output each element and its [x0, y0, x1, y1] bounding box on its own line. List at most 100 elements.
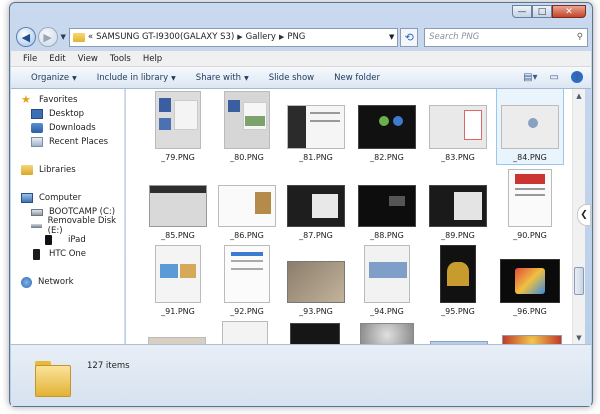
- search-input[interactable]: Search PNG ⚲: [424, 27, 588, 47]
- nav-htc-one[interactable]: HTC One: [11, 247, 124, 261]
- menu-help[interactable]: Help: [143, 54, 162, 64]
- overflow-chevron[interactable]: «: [88, 32, 93, 42]
- ipad-icon: [45, 235, 52, 245]
- nav-libraries[interactable]: Libraries: [11, 163, 124, 177]
- chevron-down-icon: ▼: [244, 74, 249, 82]
- file-name: _81.PNG: [299, 153, 333, 162]
- file-name: _83.PNG: [441, 153, 475, 162]
- file-item-partial[interactable]: [502, 335, 562, 344]
- file-thumbnail: [508, 169, 552, 227]
- file-name: _93.PNG: [299, 307, 333, 316]
- file-item[interactable]: _94.PNG: [357, 245, 417, 316]
- scroll-up-icon[interactable]: ▲: [573, 89, 585, 102]
- file-name: _82.PNG: [370, 153, 404, 162]
- file-name: _96.PNG: [513, 307, 547, 316]
- file-thumbnail: [358, 185, 416, 227]
- file-item[interactable]: _82.PNG: [357, 91, 417, 162]
- file-item[interactable]: _90.PNG: [500, 169, 560, 240]
- file-item[interactable]: _92.PNG: [217, 245, 277, 316]
- nav-favorites[interactable]: ★ Favorites: [11, 93, 124, 107]
- file-item-selected[interactable]: _84.PNG: [496, 89, 564, 165]
- collapse-pane-chevron-icon[interactable]: ❮: [577, 204, 591, 226]
- file-item[interactable]: _95.PNG: [428, 245, 488, 316]
- file-name: _88.PNG: [370, 231, 404, 240]
- removable-drive-icon: [31, 224, 42, 228]
- share-label: Share with: [195, 72, 242, 83]
- help-icon[interactable]: ?: [571, 71, 583, 83]
- menu-edit[interactable]: Edit: [49, 54, 65, 64]
- file-item[interactable]: _85.PNG: [148, 169, 208, 240]
- file-item[interactable]: _96.PNG: [500, 245, 560, 316]
- nav-downloads-label: Downloads: [49, 123, 96, 133]
- nav-desktop[interactable]: Desktop: [11, 107, 124, 121]
- preview-pane-icon[interactable]: ▭: [550, 72, 559, 83]
- file-item[interactable]: _93.PNG: [286, 245, 346, 316]
- file-item-partial[interactable]: [222, 321, 268, 344]
- file-item-partial[interactable]: [148, 337, 206, 344]
- file-item[interactable]: _91.PNG: [148, 245, 208, 316]
- refresh-icon: ⟲: [404, 30, 414, 44]
- file-name: _86.PNG: [230, 231, 264, 240]
- nav-recent-places[interactable]: Recent Places: [11, 135, 124, 149]
- nav-network[interactable]: Network: [11, 275, 124, 289]
- file-item[interactable]: _89.PNG: [428, 169, 488, 240]
- chevron-down-icon: ▼: [171, 74, 176, 82]
- computer-icon: [21, 193, 33, 203]
- include-label: Include in library: [96, 72, 169, 83]
- forward-button[interactable]: ▶: [37, 27, 58, 47]
- nav-computer[interactable]: Computer: [11, 191, 124, 205]
- recent-pages-dropdown[interactable]: ▼: [61, 33, 66, 41]
- share-with-button[interactable]: Share with ▼: [196, 73, 249, 83]
- minimize-button[interactable]: —: [512, 5, 532, 18]
- file-item[interactable]: _88.PNG: [357, 169, 417, 240]
- breadcrumb-gallery[interactable]: Gallery: [246, 32, 276, 42]
- file-item[interactable]: _81.PNG: [286, 91, 346, 162]
- file-item-partial[interactable]: [360, 323, 414, 344]
- breadcrumb-separator-icon[interactable]: ▶: [279, 33, 284, 41]
- close-button[interactable]: ✕: [552, 5, 586, 18]
- breadcrumb-device[interactable]: SAMSUNG GT-I9300(GALAXY S3): [96, 32, 234, 42]
- file-item[interactable]: _79.PNG: [148, 91, 208, 162]
- nav-favorites-label: Favorites: [39, 95, 78, 105]
- change-view-icon[interactable]: ▤▾: [523, 72, 537, 83]
- back-button[interactable]: ◀: [16, 27, 36, 47]
- address-bar-row: ◀ ▶ ▼ « SAMSUNG GT-I9300(GALAXY S3) ▶ Ga…: [16, 25, 588, 49]
- breadcrumb-png[interactable]: PNG: [287, 32, 305, 42]
- scroll-down-icon[interactable]: ▼: [573, 331, 585, 344]
- maximize-button[interactable]: □: [532, 5, 552, 18]
- menu-view[interactable]: View: [78, 54, 98, 64]
- nav-libraries-label: Libraries: [39, 165, 76, 175]
- search-placeholder: Search PNG: [429, 32, 480, 42]
- file-thumbnail: [224, 245, 270, 303]
- organize-button[interactable]: Organize ▼: [31, 73, 77, 83]
- include-in-library-button[interactable]: Include in library ▼: [97, 73, 176, 83]
- refresh-button[interactable]: ⟲: [400, 27, 419, 47]
- command-bar: Organize ▼ Include in library ▼ Share with…: [11, 67, 591, 89]
- address-field[interactable]: « SAMSUNG GT-I9300(GALAXY S3) ▶ Gallery …: [68, 27, 399, 47]
- new-folder-button[interactable]: New folder: [334, 73, 380, 83]
- nav-gap: [11, 149, 124, 163]
- file-thumbnail: [287, 261, 345, 303]
- file-item[interactable]: _83.PNG: [428, 91, 488, 162]
- file-list: _79.PNG _80.PNG _81.PNG _82.PNG _83.PNG …: [126, 89, 572, 344]
- breadcrumb-separator-icon[interactable]: ▶: [237, 33, 242, 41]
- nav-network-label: Network: [38, 277, 74, 287]
- recent-places-icon: [31, 137, 43, 147]
- star-icon: ★: [21, 93, 31, 106]
- nav-removable-disk[interactable]: Removable Disk (E:): [11, 216, 124, 236]
- file-item[interactable]: _87.PNG: [286, 169, 346, 240]
- menu-file[interactable]: File: [23, 54, 37, 64]
- address-history-dropdown-icon[interactable]: ▼: [389, 33, 394, 41]
- slide-show-button[interactable]: Slide show: [269, 73, 314, 83]
- scrollbar-thumb[interactable]: [574, 267, 584, 295]
- file-item[interactable]: _80.PNG: [217, 91, 277, 162]
- menu-tools[interactable]: Tools: [110, 54, 131, 64]
- nav-downloads[interactable]: Downloads: [11, 121, 124, 135]
- chevron-down-icon: ▼: [72, 74, 77, 82]
- file-thumbnail: [364, 245, 410, 303]
- file-name: _91.PNG: [161, 307, 195, 316]
- file-item[interactable]: _86.PNG: [217, 169, 277, 240]
- nav-gap: [11, 177, 124, 191]
- file-item-partial[interactable]: [290, 323, 340, 344]
- drive-icon: [31, 208, 43, 216]
